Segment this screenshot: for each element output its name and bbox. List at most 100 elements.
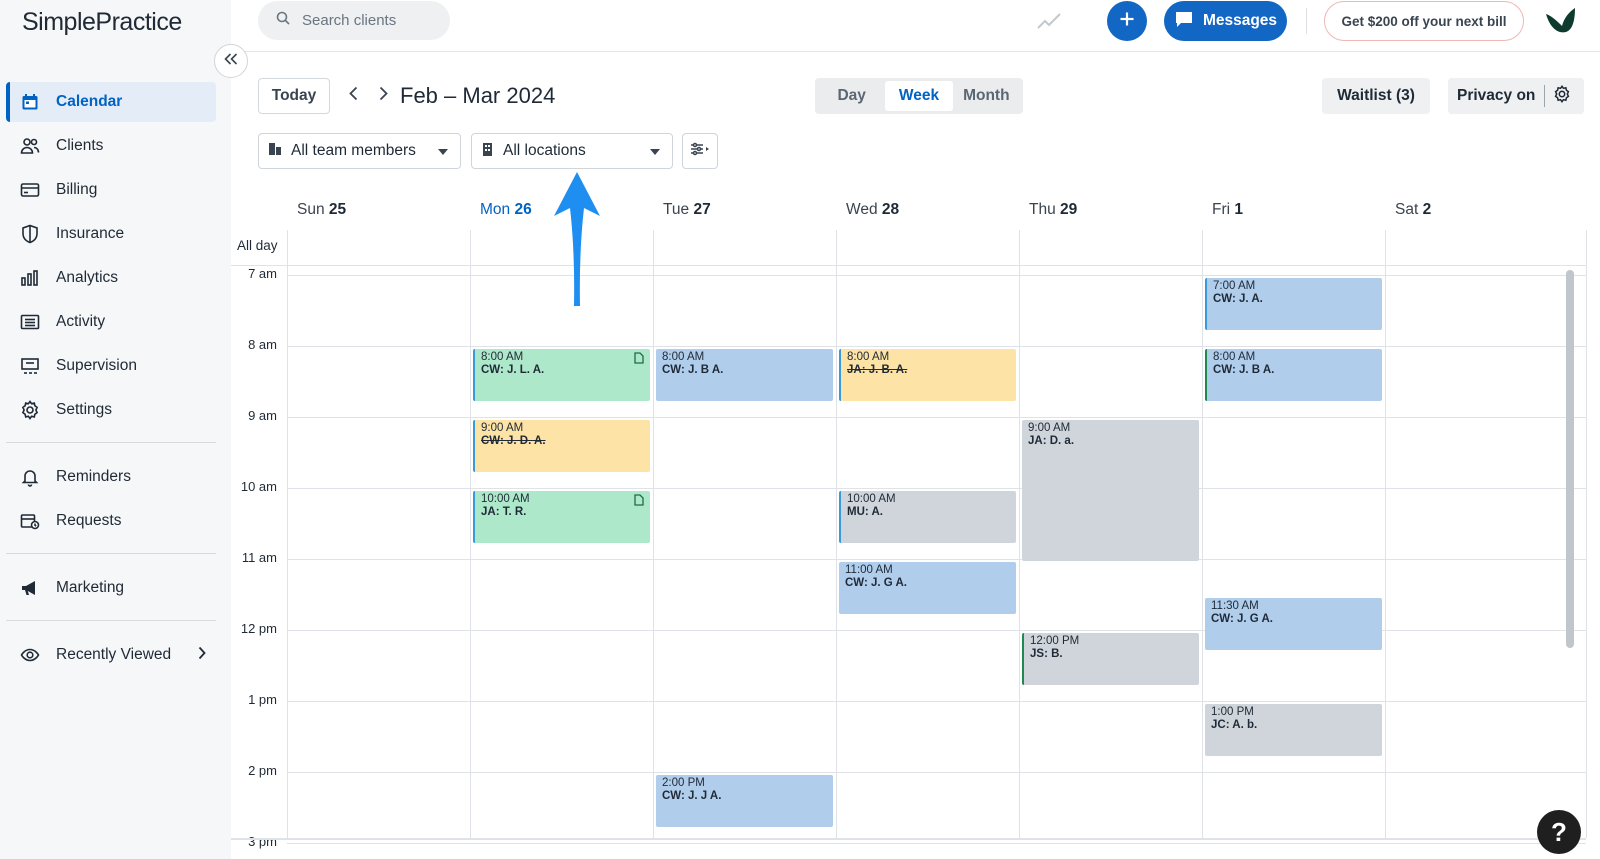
bell-icon — [20, 467, 40, 487]
team-members-dropdown[interactable]: All team members — [258, 133, 461, 169]
appointment-event[interactable]: 8:00 AM CW: J. B A. — [1205, 349, 1382, 402]
sidebar-item-label: Reminders — [56, 468, 131, 485]
sidebar-item-settings[interactable]: Settings — [6, 390, 216, 430]
sidebar-item-billing[interactable]: Billing — [6, 170, 216, 210]
sidebar-divider — [6, 442, 216, 443]
day-header-sun[interactable]: Sun 25 — [297, 201, 346, 219]
sidebar-item-requests[interactable]: Requests — [6, 501, 216, 541]
all-day-divider — [231, 265, 1586, 266]
appointment-event[interactable]: 9:00 AM JA: D. a. — [1022, 420, 1199, 561]
hour-line — [287, 488, 1586, 489]
sidebar-item-label: Insurance — [56, 225, 125, 242]
add-button[interactable] — [1107, 1, 1147, 41]
help-button[interactable]: ? — [1537, 810, 1581, 854]
view-switcher: Day Week Month — [815, 78, 1023, 114]
sidebar-item-label: Activity — [56, 313, 106, 330]
messages-button[interactable]: Messages — [1164, 1, 1287, 41]
time-label: 12 pm — [240, 621, 277, 636]
column-divider — [287, 230, 288, 838]
event-client: JC: A. b. — [1211, 719, 1258, 731]
gear-icon[interactable] — [1553, 84, 1571, 108]
day-header-mon[interactable]: Mon 26 — [480, 201, 532, 219]
appointment-event[interactable]: 8:00 AM CW: J. L. A. — [473, 349, 650, 402]
location-filter-label: All locations — [503, 142, 586, 159]
appointment-event[interactable]: 7:00 AM CW: J. A. — [1205, 278, 1382, 331]
promo-button[interactable]: Get $200 off your next bill — [1324, 1, 1524, 41]
sidebar-item-label: Calendar — [56, 93, 123, 110]
messages-label: Messages — [1202, 12, 1278, 29]
tab-month[interactable]: Month — [953, 81, 1020, 111]
chevron-left-icon — [348, 86, 358, 106]
day-date: 27 — [693, 201, 711, 218]
appointment-event[interactable]: 11:30 AM CW: J. G A. — [1205, 597, 1382, 650]
day-header-sat[interactable]: Sat 2 — [1395, 201, 1431, 219]
sidebar-item-clients[interactable]: Clients — [6, 126, 216, 166]
sidebar-nav: Calendar Clients Billing Insurance Analy… — [6, 82, 216, 679]
sidebar-item-insurance[interactable]: Insurance — [6, 214, 216, 254]
sidebar-item-supervision[interactable]: Supervision — [6, 346, 216, 386]
column-divider — [1586, 230, 1587, 838]
appointment-event[interactable]: 12:00 PM JS: B. — [1022, 633, 1199, 686]
sidebar-item-recently-viewed[interactable]: Recently Viewed — [6, 635, 216, 675]
day-date: 1 — [1234, 201, 1244, 218]
column-divider — [836, 230, 837, 838]
appointment-event[interactable]: 8:00 AM JA: J. B. A. — [839, 349, 1016, 402]
event-client: CW: J. G A. — [845, 577, 907, 589]
appointment-event[interactable]: 10:00 AM JA: T. R. — [473, 491, 650, 544]
filter-settings-button[interactable] — [682, 133, 718, 169]
waitlist-button[interactable]: Waitlist (3) — [1322, 78, 1430, 114]
avatar[interactable] — [1543, 4, 1577, 38]
day-header-tue[interactable]: Tue 27 — [663, 201, 711, 219]
appointment-event[interactable]: 2:00 PM CW: J. J A. — [656, 775, 833, 828]
sidebar-item-analytics[interactable]: Analytics — [6, 258, 216, 298]
previous-week-button[interactable] — [340, 82, 366, 110]
next-week-button[interactable] — [370, 82, 396, 110]
sidebar-item-activity[interactable]: Activity — [6, 302, 216, 342]
sidebar-item-marketing[interactable]: Marketing — [6, 568, 216, 608]
event-client: JA: T. R. — [481, 506, 527, 518]
collapse-sidebar-button[interactable] — [214, 44, 248, 78]
day-header-wed[interactable]: Wed 28 — [846, 201, 899, 219]
requests-icon — [20, 511, 40, 531]
today-button[interactable]: Today — [258, 78, 330, 114]
sidebar-divider — [6, 620, 216, 621]
appointment-event[interactable]: 10:00 AM MU: A. — [839, 491, 1016, 544]
event-client: CW: J. G A. — [1211, 612, 1273, 625]
search-input[interactable] — [302, 12, 442, 29]
appointment-event[interactable]: 11:00 AM CW: J. G A. — [839, 562, 1016, 615]
search-box[interactable] — [258, 1, 450, 40]
hour-line — [287, 772, 1586, 773]
day-date: 25 — [328, 201, 347, 218]
sidebar-item-reminders[interactable]: Reminders — [6, 457, 216, 497]
event-time: 1:00 PM — [1211, 706, 1254, 718]
app-logo[interactable]: SimplePractice — [22, 8, 182, 37]
calendar-scrollbar[interactable] — [1566, 270, 1574, 648]
day-name: Fri — [1212, 201, 1235, 218]
tab-week[interactable]: Week — [885, 81, 953, 111]
time-label: 1 pm — [248, 692, 277, 707]
privacy-toggle[interactable]: Privacy on — [1448, 78, 1584, 114]
day-header-fri[interactable]: Fri 1 — [1212, 201, 1243, 219]
appointment-event[interactable]: 1:00 PM JC: A. b. — [1205, 704, 1382, 757]
appointment-event[interactable]: 8:00 AM CW: J. B A. — [656, 349, 833, 402]
day-date: 2 — [1422, 201, 1432, 218]
billing-icon — [20, 180, 40, 200]
analytics-icon — [20, 268, 40, 288]
topbar-divider — [1306, 8, 1307, 34]
sidebar-item-calendar[interactable]: Calendar — [6, 82, 216, 122]
column-divider — [653, 230, 654, 838]
event-client: CW: J. J A. — [662, 790, 722, 802]
day-header-thu[interactable]: Thu 29 — [1029, 201, 1077, 219]
column-divider — [1385, 230, 1386, 838]
event-time: 10:00 AM — [481, 493, 530, 505]
time-label: 2 pm — [248, 763, 277, 778]
day-date: 26 — [514, 201, 532, 218]
trend-icon[interactable] — [1036, 10, 1062, 37]
appointment-event[interactable]: 9:00 AM CW: J. D. A. — [473, 420, 650, 473]
time-label: 7 am — [248, 266, 277, 281]
column-divider — [1202, 230, 1203, 838]
locations-dropdown[interactable]: All locations — [471, 133, 673, 169]
time-label: 8 am — [248, 337, 277, 352]
hour-line — [287, 275, 1586, 276]
tab-day[interactable]: Day — [818, 81, 885, 111]
